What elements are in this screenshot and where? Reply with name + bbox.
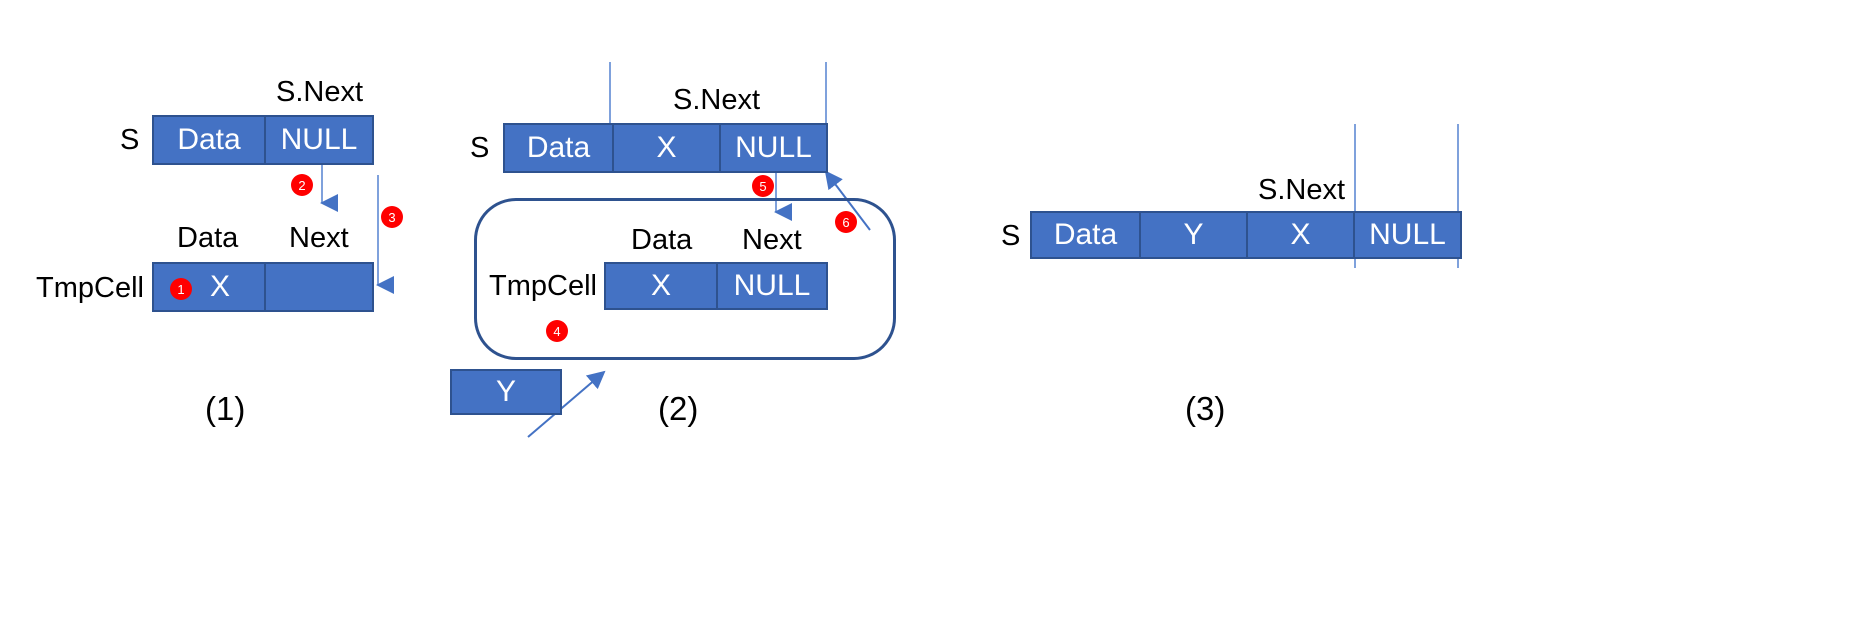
panel3-s-label: S [1001,220,1021,252]
panel1-tmp-node[interactable]: 1 X [152,262,374,312]
panel2-s-node[interactable]: Data X NULL [503,123,828,173]
panel2-tmp-cell-data[interactable]: X [606,264,716,308]
panel1-badge-2: 2 [291,174,313,196]
panel1-badge-3: 3 [381,206,403,228]
panel1-s-node[interactable]: Data NULL [152,115,374,165]
panel2-s-cell-null[interactable]: NULL [719,125,826,171]
panel3-caption: (3) [1185,390,1226,427]
panel1-s-cell-next[interactable]: NULL [264,117,372,163]
panel2-s-cell-data[interactable]: Data [505,125,612,171]
panel3-s-cell-data[interactable]: Data [1032,213,1139,257]
panel3-s-node[interactable]: Data Y X NULL [1030,211,1462,259]
panel3-snext-label: S.Next [1258,174,1346,206]
panel1-caption: (1) [205,390,246,427]
panel1-s-label: S [120,124,140,156]
panel3-s-cell-y[interactable]: Y [1139,213,1246,257]
panel1-tmp-cell-next[interactable] [264,264,372,310]
panel2-s-cell-x[interactable]: X [612,125,719,171]
panel1-s-cell-data[interactable]: Data [154,117,264,163]
panel2-tmp-node[interactable]: X NULL [604,262,828,310]
diagram-canvas: S.Next S Data NULL 2 3 Data Next TmpCell… [0,0,1861,617]
panel3-s-cell-null[interactable]: NULL [1353,213,1460,257]
panel1-snext-label: S.Next [276,76,364,108]
panel2-badge-6: 6 [835,211,857,233]
panel2-s-label: S [470,132,490,164]
panel1-tmpcell-label: TmpCell [36,272,144,304]
panel2-tmp-header-data: Data [631,224,693,256]
panel1-tmp-cell-data[interactable]: 1 X [154,264,264,310]
panel2-badge-4: 4 [546,320,568,342]
panel2-snext-label: S.Next [673,84,761,116]
panel2-badge-5: 5 [752,175,774,197]
panel2-tmp-cell-next[interactable]: NULL [716,264,826,308]
panel2-new-node-y[interactable]: Y [450,369,562,415]
panel1-tmp-cell-data-text: X [209,270,230,303]
panel1-tmp-header-data: Data [177,222,239,254]
panel2-caption: (2) [658,390,699,427]
panel1-tmp-header-next: Next [289,222,349,254]
panel3-s-cell-x[interactable]: X [1246,213,1353,257]
panel1-badge-1: 1 [170,278,192,300]
panel2-tmpcell-label: TmpCell [489,270,597,302]
panel2-tmp-header-next: Next [742,224,802,256]
